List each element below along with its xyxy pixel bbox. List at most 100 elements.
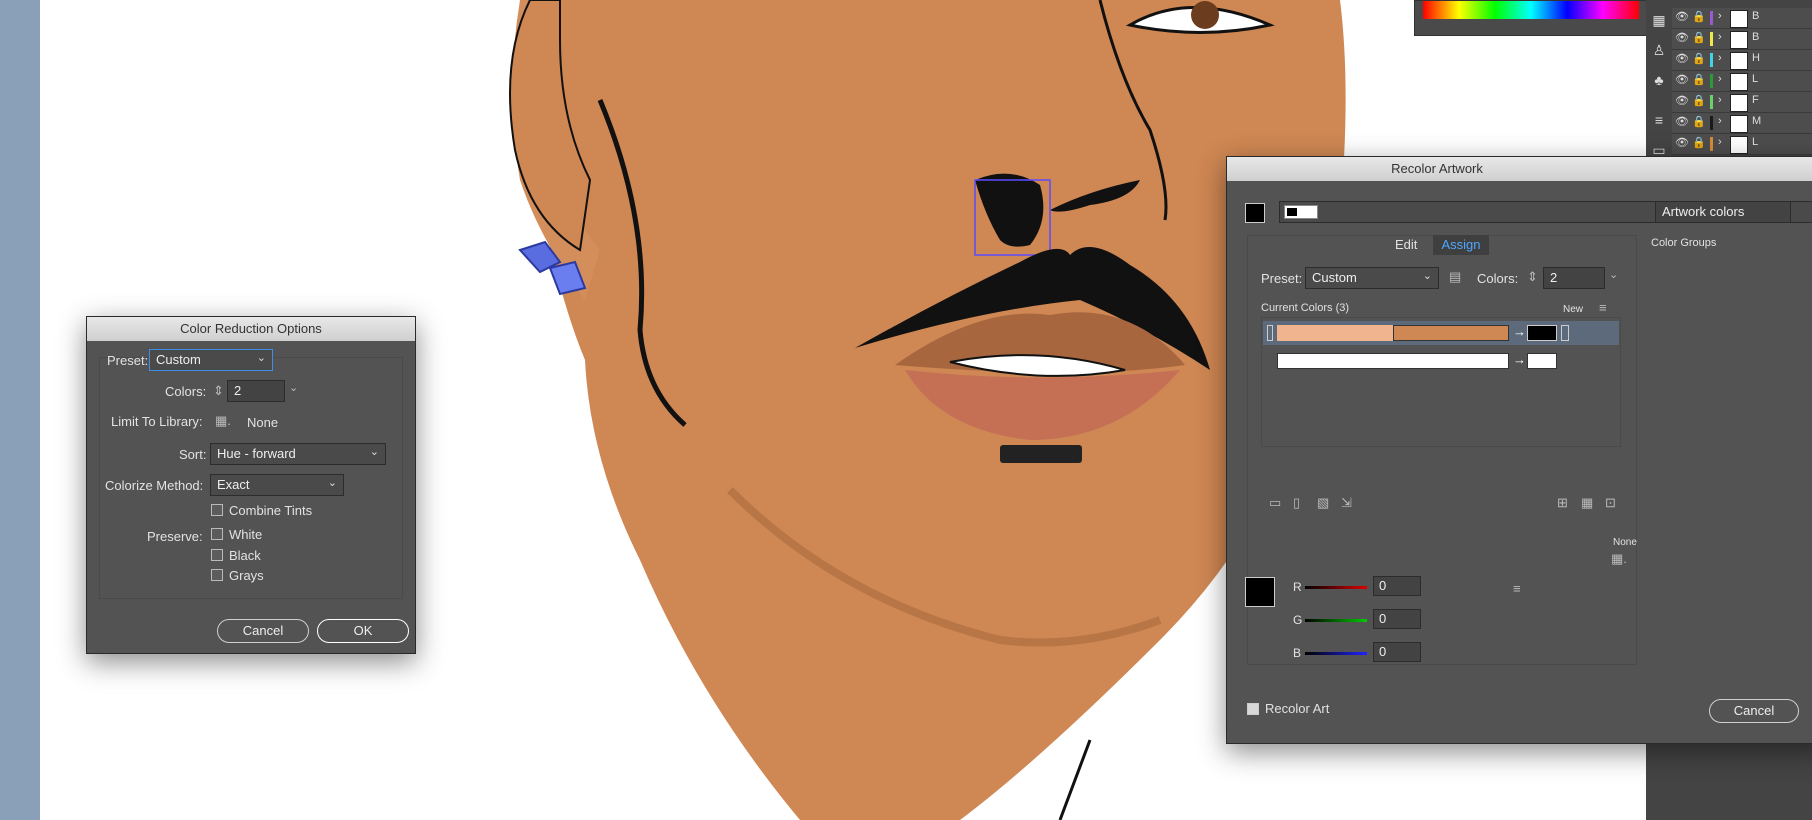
g-input[interactable]: 0 <box>1373 609 1421 629</box>
eye-icon[interactable]: 👁 <box>1675 94 1689 107</box>
r-slider[interactable] <box>1305 586 1367 589</box>
selected-color-preview[interactable] <box>1245 577 1275 607</box>
chevron-right-icon[interactable]: › <box>1718 94 1722 106</box>
new-color-swatch-white[interactable] <box>1527 353 1557 369</box>
layer-row[interactable]: 👁 🔒 › L <box>1672 71 1812 92</box>
menu-icon[interactable]: ≡ <box>1599 300 1607 315</box>
lock-icon[interactable]: 🔒 <box>1692 115 1706 128</box>
layer-color-swatch <box>1710 53 1713 67</box>
color-spectrum-panel[interactable] <box>1414 0 1648 36</box>
recolor-art-checkbox[interactable] <box>1247 703 1259 715</box>
separate-colors-icon[interactable]: ▯ <box>1293 495 1300 511</box>
club-icon[interactable]: ♣ <box>1646 72 1672 92</box>
recolor-colors-input[interactable]: 2 <box>1543 267 1605 289</box>
merge-colors-icon[interactable]: ▭ <box>1269 495 1281 511</box>
chevron-down-icon[interactable]: ⌄ <box>289 381 298 394</box>
stepper-icon[interactable]: ⇕ <box>1527 269 1538 285</box>
b-input[interactable]: 0 <box>1373 642 1421 662</box>
new-color-swatch-black[interactable] <box>1527 325 1557 341</box>
layer-name: B <box>1752 10 1760 22</box>
chevron-right-icon[interactable]: › <box>1718 52 1722 64</box>
arrow-right-icon[interactable]: → <box>1513 324 1526 339</box>
color-groups-label: Color Groups <box>1651 237 1717 249</box>
color-row[interactable]: → <box>1263 349 1619 373</box>
eye-icon[interactable]: 👁 <box>1675 10 1689 23</box>
lock-icon[interactable]: 🔒 <box>1692 94 1706 107</box>
layer-thumbnail <box>1730 52 1748 70</box>
tab-assign[interactable]: Assign <box>1433 235 1489 255</box>
chevron-down-icon: ⌄ <box>327 477 337 489</box>
artboard-icon[interactable]: ▦ <box>1646 12 1672 32</box>
cancel-button[interactable]: Cancel <box>217 619 309 643</box>
preset-select[interactable]: Custom ⌄ <box>149 349 273 371</box>
layer-row[interactable]: 👁 🔒 › B <box>1672 8 1812 29</box>
artwork-colors-field[interactable]: Artwork colors <box>1655 201 1791 223</box>
eye-icon[interactable]: 👁 <box>1675 115 1689 128</box>
eye-icon[interactable]: 👁 <box>1675 52 1689 65</box>
puppet-icon[interactable]: ♙ <box>1646 42 1672 62</box>
library-icon[interactable]: ▦. <box>215 413 231 429</box>
lock-icon[interactable]: 🔒 <box>1692 10 1706 23</box>
lock-icon[interactable]: 🔒 <box>1692 31 1706 44</box>
ok-button[interactable]: OK <box>317 619 409 643</box>
colors-label: Colors: <box>165 384 207 399</box>
g-slider[interactable] <box>1305 619 1367 622</box>
layer-row[interactable]: 👁 🔒 › F <box>1672 92 1812 113</box>
chevron-right-icon[interactable]: › <box>1718 31 1722 43</box>
colors-input[interactable]: 2 <box>227 380 285 402</box>
limit-library-label: Limit To Library: <box>111 414 203 429</box>
colorize-method-label: Colorize Method: <box>105 478 204 493</box>
combine-tints-label: Combine Tints <box>229 503 313 518</box>
library-icon[interactable]: ▦. <box>1611 551 1627 567</box>
preserve-white-checkbox[interactable] <box>211 528 223 540</box>
current-color-bar-white <box>1277 353 1509 369</box>
tab-edit[interactable]: Edit <box>1395 237 1417 252</box>
lock-icon[interactable]: 🔒 <box>1692 73 1706 86</box>
lock-icon[interactable]: 🔒 <box>1692 136 1706 149</box>
current-color-swatch[interactable] <box>1245 203 1265 223</box>
eye-icon[interactable]: 👁 <box>1675 136 1689 149</box>
combine-tints-checkbox[interactable] <box>211 504 223 516</box>
new-row-icon[interactable]: ⇲ <box>1341 495 1352 511</box>
layer-color-swatch <box>1710 95 1713 109</box>
layer-row[interactable]: 👁 🔒 › B <box>1672 29 1812 50</box>
stepper-icon[interactable]: ⇕ <box>213 383 224 399</box>
background-photo-strip <box>0 0 40 820</box>
preserve-black-checkbox[interactable] <box>211 549 223 561</box>
chevron-down-icon[interactable]: ⌄ <box>1609 268 1618 281</box>
chevron-right-icon[interactable]: › <box>1718 73 1722 85</box>
chevron-right-icon[interactable]: › <box>1718 10 1722 22</box>
randomize-saturation-icon[interactable]: ▦ <box>1581 495 1593 511</box>
recolor-cancel-button[interactable]: Cancel <box>1709 699 1799 723</box>
layer-row[interactable]: 👁 🔒 › L <box>1672 134 1812 155</box>
layer-name: H <box>1752 52 1760 64</box>
eye-icon[interactable]: 👁 <box>1675 73 1689 86</box>
align-icon[interactable]: ≡ <box>1646 112 1672 132</box>
arrow-right-icon[interactable]: → <box>1513 352 1526 367</box>
colorize-method-select[interactable]: Exact ⌄ <box>210 474 344 496</box>
b-slider[interactable] <box>1305 652 1367 655</box>
preserve-label: Preserve: <box>147 529 203 544</box>
color-mode-menu-icon[interactable]: ≡ <box>1513 581 1521 596</box>
preset-options-icon[interactable]: ▤ <box>1449 269 1461 285</box>
r-input[interactable]: 0 <box>1373 576 1421 596</box>
preserve-black-label: Black <box>229 548 261 563</box>
layer-row[interactable]: 👁 🔒 › M <box>1672 113 1812 134</box>
eye-icon[interactable]: 👁 <box>1675 31 1689 44</box>
randomize-order-icon[interactable]: ⊞ <box>1557 495 1568 511</box>
color-row-selected[interactable]: → <box>1263 321 1619 345</box>
layer-name: L <box>1752 136 1759 148</box>
color-reduction-dialog: Color Reduction Options Preset: Custom ⌄ … <box>86 316 416 654</box>
find-color-icon[interactable]: ⊡ <box>1605 495 1616 511</box>
layer-row[interactable]: 👁 🔒 › H <box>1672 50 1812 71</box>
preserve-grays-checkbox[interactable] <box>211 569 223 581</box>
sort-select[interactable]: Hue - forward ⌄ <box>210 443 386 465</box>
exclude-colors-icon[interactable]: ▧ <box>1317 495 1329 511</box>
color-spectrum-bar[interactable] <box>1423 1 1639 19</box>
chevron-right-icon[interactable]: › <box>1718 115 1722 127</box>
current-colors-label: Current Colors (3) <box>1261 302 1350 314</box>
lock-icon[interactable]: 🔒 <box>1692 52 1706 65</box>
g-label: G <box>1293 613 1303 627</box>
chevron-right-icon[interactable]: › <box>1718 136 1722 148</box>
recolor-preset-select[interactable]: Custom ⌄ <box>1305 267 1439 289</box>
